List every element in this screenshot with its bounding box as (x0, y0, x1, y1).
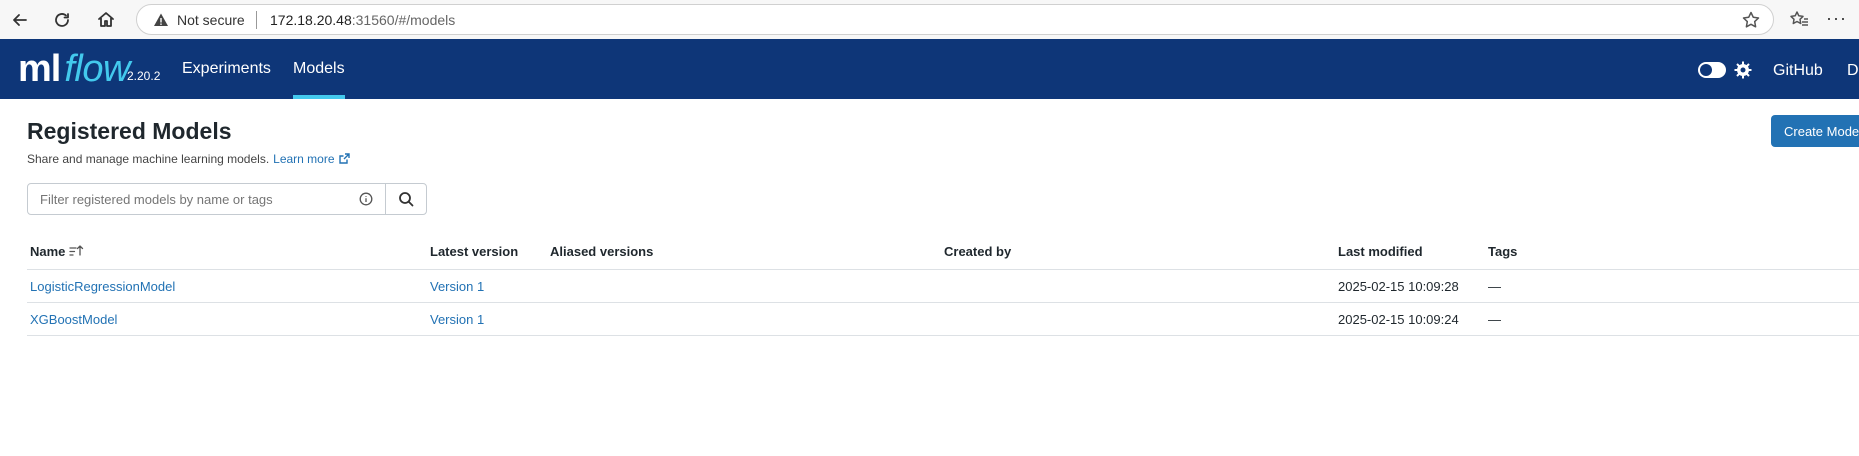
last-modified-cell: 2025-02-15 10:09:24 (1338, 312, 1459, 327)
url-path: :31560/#/models (351, 12, 456, 28)
column-header-name-label: Name (30, 244, 66, 259)
not-secure-label[interactable]: Not secure (177, 12, 245, 28)
docs-link[interactable]: D (1847, 62, 1859, 80)
column-header-last-modified[interactable]: Last modified (1338, 244, 1423, 259)
favorites-icon[interactable] (1789, 9, 1811, 31)
create-model-button[interactable]: Create Model (1771, 115, 1859, 147)
refresh-icon[interactable] (48, 6, 76, 34)
external-link-icon (338, 153, 350, 164)
warning-icon[interactable] (153, 12, 169, 28)
home-icon[interactable] (92, 6, 120, 34)
column-header-name[interactable]: Name (30, 244, 85, 259)
sort-ascending-icon[interactable] (69, 244, 85, 257)
column-header-tags[interactable]: Tags (1488, 244, 1517, 259)
active-nav-indicator (293, 95, 345, 99)
url-text[interactable]: 172.18.20.48:31560/#/models (270, 12, 455, 28)
column-header-created-by[interactable]: Created by (944, 244, 1011, 259)
tags-cell: — (1488, 312, 1501, 327)
url-host: 172.18.20.48 (270, 12, 352, 28)
mlflow-logo[interactable]: ml flow (18, 49, 130, 89)
more-options-icon[interactable]: ··· (1826, 8, 1847, 29)
browser-toolbar: Not secure 172.18.20.48:31560/#/models ·… (0, 0, 1859, 39)
search-icon (399, 192, 414, 207)
search-input[interactable] (40, 192, 340, 207)
version-label: 2.20.2 (127, 69, 161, 83)
dark-mode-toggle[interactable] (1698, 62, 1726, 78)
favorite-star-icon[interactable] (1741, 10, 1761, 30)
gear-icon[interactable] (1733, 60, 1753, 80)
nav-experiments[interactable]: Experiments (182, 60, 271, 78)
page-title: Registered Models (27, 118, 232, 144)
address-bar[interactable]: Not secure 172.18.20.48:31560/#/models (136, 4, 1774, 35)
last-modified-cell: 2025-02-15 10:09:28 (1338, 279, 1459, 294)
search-box (27, 183, 386, 215)
latest-version-link[interactable]: Version 1 (430, 312, 484, 327)
learn-more-link[interactable]: Learn more (273, 152, 350, 166)
model-name-link[interactable]: LogisticRegressionModel (30, 279, 175, 294)
info-icon[interactable] (359, 192, 373, 206)
nav-models[interactable]: Models (293, 60, 345, 78)
logo-flow: flow (64, 48, 130, 90)
github-link[interactable]: GitHub (1773, 62, 1823, 80)
tags-cell: — (1488, 279, 1501, 294)
latest-version-link[interactable]: Version 1 (430, 279, 484, 294)
model-name-link[interactable]: XGBoostModel (30, 312, 117, 327)
page-subtitle: Share and manage machine learning models… (27, 152, 350, 166)
address-divider (256, 11, 257, 29)
column-header-aliased-versions[interactable]: Aliased versions (550, 244, 653, 259)
logo-ml: ml (18, 48, 61, 90)
search-button[interactable] (385, 183, 427, 215)
back-arrow-icon[interactable] (6, 6, 34, 34)
app-header: ml flow 2.20.2 Experiments Models GitHub … (0, 39, 1859, 99)
column-header-latest-version[interactable]: Latest version (430, 244, 518, 259)
row-divider (27, 335, 1859, 336)
subtitle-text: Share and manage machine learning models… (27, 152, 270, 166)
header-divider (27, 269, 1859, 270)
row-divider (27, 302, 1859, 303)
learn-more-label: Learn more (273, 152, 335, 166)
